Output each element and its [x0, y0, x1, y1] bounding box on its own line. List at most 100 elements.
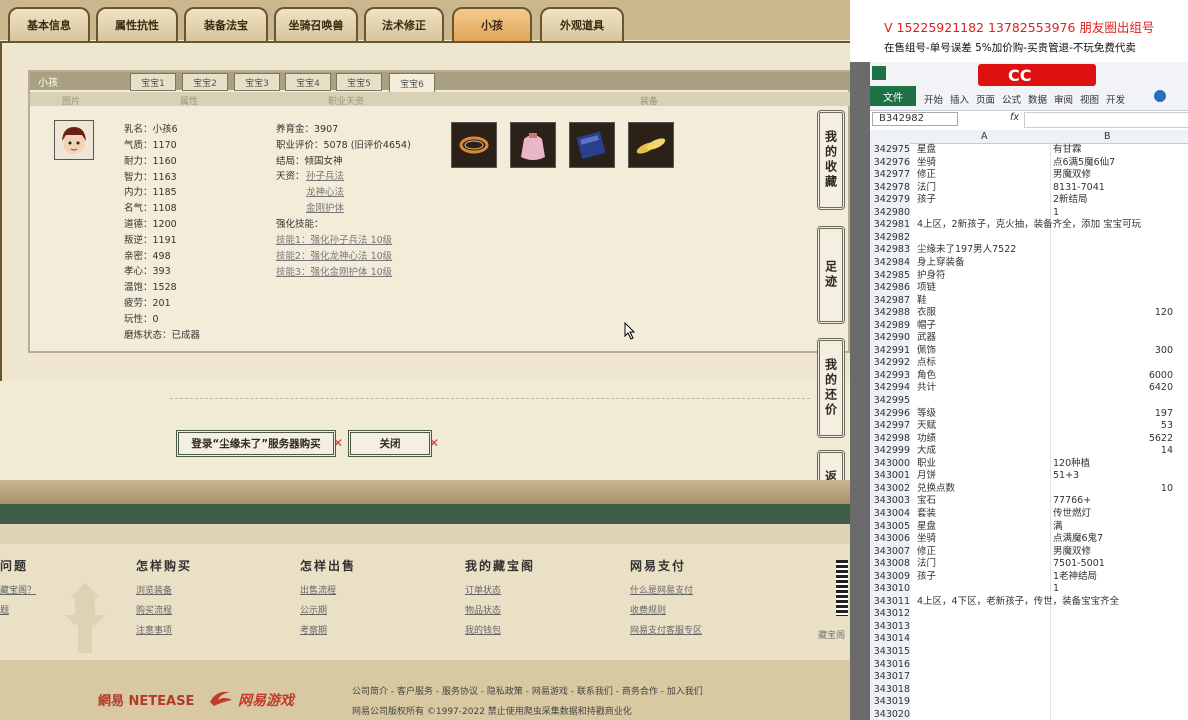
tab-attributes[interactable]: 属性抗性 [96, 7, 178, 41]
spreadsheet-row[interactable]: 342994 共计 6420 [870, 382, 1188, 395]
spreadsheet-row[interactable]: 342985 护身符 [870, 270, 1188, 283]
footer-link[interactable]: 网易支付客服专区 [630, 623, 702, 636]
footer-link[interactable]: 公示期 [300, 603, 327, 616]
spreadsheet-row[interactable]: 342998 功绩 5622 [870, 433, 1188, 446]
spreadsheet-row[interactable]: 343000 职业 120种植 [870, 458, 1188, 471]
spreadsheet-row[interactable]: 342995 [870, 395, 1188, 408]
spreadsheet-row[interactable]: 342999 大成 14 [870, 445, 1188, 458]
spreadsheet-row[interactable]: 342993 角色 6000 [870, 370, 1188, 383]
skill-link-3[interactable]: 技能3：强化金刚护体 10级 [276, 264, 392, 278]
footer-link[interactable]: 我的钱包 [465, 623, 501, 636]
spreadsheet-row[interactable]: 343010 1 [870, 583, 1188, 596]
spreadsheet-row[interactable]: 343008 法门 7501-5001 [870, 558, 1188, 571]
spreadsheet-row[interactable]: 342986 项链 [870, 282, 1188, 295]
footer-link[interactable]: 收费规则 [630, 603, 666, 616]
spreadsheet-row[interactable]: 342978 法门 8131-7041 [870, 182, 1188, 195]
tab-bao-2[interactable]: 宝宝2 [182, 73, 228, 91]
my-offers-button[interactable]: 我的还价 [817, 338, 845, 438]
footer-link[interactable]: 出售流程 [300, 583, 336, 596]
ribbon-tab-page[interactable]: 页面 [976, 92, 995, 106]
spreadsheet-row[interactable]: 343020 [870, 709, 1188, 720]
ribbon-tab-review[interactable]: 审阅 [1054, 92, 1073, 106]
footprints-button[interactable]: 足迹 [817, 226, 845, 324]
tab-bao-1[interactable]: 宝宝1 [130, 73, 176, 91]
spreadsheet-row[interactable]: 343009 孩子 1老神结局 [870, 571, 1188, 584]
footer-link[interactable]: 物品状态 [465, 603, 501, 616]
formula-bar[interactable] [1024, 112, 1188, 128]
spreadsheet-row[interactable]: 342980 1 [870, 207, 1188, 220]
tab-basic-info[interactable]: 基本信息 [8, 7, 90, 41]
tab-bao-5[interactable]: 宝宝5 [336, 73, 382, 91]
footer-bottom-links[interactable]: 公司简介 - 客户服务 - 服务协议 - 隐私政策 - 网易游戏 - 联系我们 … [352, 684, 703, 697]
tab-mounts-pets[interactable]: 坐骑召唤兽 [274, 7, 358, 41]
spreadsheet-row[interactable]: 343013 [870, 621, 1188, 634]
spreadsheet-row[interactable]: 342979 孩子 2新结局 [870, 194, 1188, 207]
ribbon-tab-view[interactable]: 视图 [1080, 92, 1099, 106]
tab-equipment[interactable]: 装备法宝 [184, 7, 268, 41]
spreadsheet-row[interactable]: 343017 [870, 671, 1188, 684]
tab-bao-6[interactable]: 宝宝6 [389, 73, 435, 92]
ribbon-tab-home[interactable]: 开始 [924, 92, 943, 106]
my-favorites-button[interactable]: 我的收藏 [817, 110, 845, 210]
spreadsheet-row[interactable]: 343005 星盘 满 [870, 521, 1188, 534]
footer-link[interactable]: 藏宝阁？ [0, 583, 36, 596]
spreadsheet-row[interactable]: 343011 4上区，4下区，老新孩子，传世，装备宝宝齐全 [870, 596, 1188, 609]
spreadsheet-row[interactable]: 343016 [870, 659, 1188, 672]
spreadsheet-row[interactable]: 343007 修正 男魔双修 [870, 546, 1188, 559]
spreadsheet-row[interactable]: 342989 帽子 [870, 320, 1188, 333]
spreadsheet-row[interactable]: 342991 佩饰 300 [870, 345, 1188, 358]
ribbon-tab-formula[interactable]: 公式 [1002, 92, 1021, 106]
spreadsheet-row[interactable]: 343014 [870, 633, 1188, 646]
talent-link-2[interactable]: 龙神心法 [306, 184, 344, 198]
name-box[interactable]: B342982 [872, 112, 958, 126]
footer-link[interactable]: 注意事项 [136, 623, 172, 636]
talent-link-1[interactable]: 孙子兵法 [306, 168, 344, 182]
footer-link[interactable]: 购买流程 [136, 603, 172, 616]
spreadsheet-row[interactable]: 342981 4上区，2新孩子，克火抽，装备齐全，添加 宝宝可玩 [870, 219, 1188, 232]
tab-bao-4[interactable]: 宝宝4 [285, 73, 331, 91]
footer-link[interactable]: 订单状态 [465, 583, 501, 596]
talent-link-3[interactable]: 金刚护体 [306, 200, 344, 214]
spreadsheet-row[interactable]: 342996 等级 197 [870, 408, 1188, 421]
spreadsheet-row[interactable]: 342983 尘缘未了197男人7522 [870, 244, 1188, 257]
spreadsheet-row[interactable]: 342976 坐骑 点6满5魔6仙7 [870, 157, 1188, 170]
spreadsheet-row[interactable]: 342997 天赋 53 [870, 420, 1188, 433]
spreadsheet-row[interactable]: 342988 衣服 120 [870, 307, 1188, 320]
ribbon-tab-insert[interactable]: 插入 [950, 92, 969, 106]
file-tab[interactable]: 文件 [870, 86, 916, 106]
tab-bao-3[interactable]: 宝宝3 [234, 73, 280, 91]
equip-shoes-icon[interactable] [628, 122, 674, 168]
spreadsheet-row[interactable]: 342984 身上穿装备 [870, 257, 1188, 270]
spreadsheet-row[interactable]: 342977 修正 男魔双修 [870, 169, 1188, 182]
equip-book-icon[interactable] [569, 122, 615, 168]
tab-child[interactable]: 小孩 [452, 7, 532, 41]
spreadsheet-row[interactable]: 343004 套装 传世燃灯 [870, 508, 1188, 521]
footer-link[interactable]: 题 [0, 603, 9, 616]
spreadsheet-row[interactable]: 343002 兑换点数 10 [870, 483, 1188, 496]
spreadsheet-grid[interactable]: 342975 星盘 有甘霖 342976 坐骑 点6满5魔6仙7 342977 修正 男魔双修 3… [870, 130, 1188, 720]
equip-ring-icon[interactable] [451, 122, 497, 168]
spreadsheet-row[interactable]: 343012 [870, 608, 1188, 621]
spreadsheet-row[interactable]: 342992 点标 [870, 357, 1188, 370]
spreadsheet-row[interactable]: 343003 宝石 77766+ [870, 495, 1188, 508]
tab-spell-mods[interactable]: 法术修正 [364, 7, 444, 41]
footer-link[interactable]: 考察期 [300, 623, 327, 636]
footer-link[interactable]: 浏览装备 [136, 583, 172, 596]
skill-link-1[interactable]: 技能1：强化孙子兵法 10级 [276, 232, 392, 246]
spreadsheet-row[interactable]: 343019 [870, 696, 1188, 709]
tab-appearance[interactable]: 外观道具 [540, 7, 624, 41]
help-icon[interactable] [1154, 90, 1166, 102]
spreadsheet-row[interactable]: 342982 [870, 232, 1188, 245]
skill-link-2[interactable]: 技能2：强化龙神心法 10级 [276, 248, 392, 262]
spreadsheet-row[interactable]: 343015 [870, 646, 1188, 659]
spreadsheet-row[interactable]: 342987 鞋 [870, 295, 1188, 308]
ribbon-tab-dev[interactable]: 开发 [1106, 92, 1125, 106]
footer-link[interactable]: 什么是网易支付 [630, 583, 693, 596]
spreadsheet-row[interactable]: 343006 坐骑 点满魔6鬼7 [870, 533, 1188, 546]
ribbon-tab-data[interactable]: 数据 [1028, 92, 1047, 106]
spreadsheet-row[interactable]: 342990 武器 [870, 332, 1188, 345]
login-server-buy-button[interactable]: 登录“尘缘未了”服务器购买 [176, 430, 336, 457]
spreadsheet-row[interactable]: 343018 [870, 684, 1188, 697]
spreadsheet-row[interactable]: 342975 星盘 有甘霖 [870, 144, 1188, 157]
spreadsheet-row[interactable]: 343001 月饼 51+3 [870, 470, 1188, 483]
